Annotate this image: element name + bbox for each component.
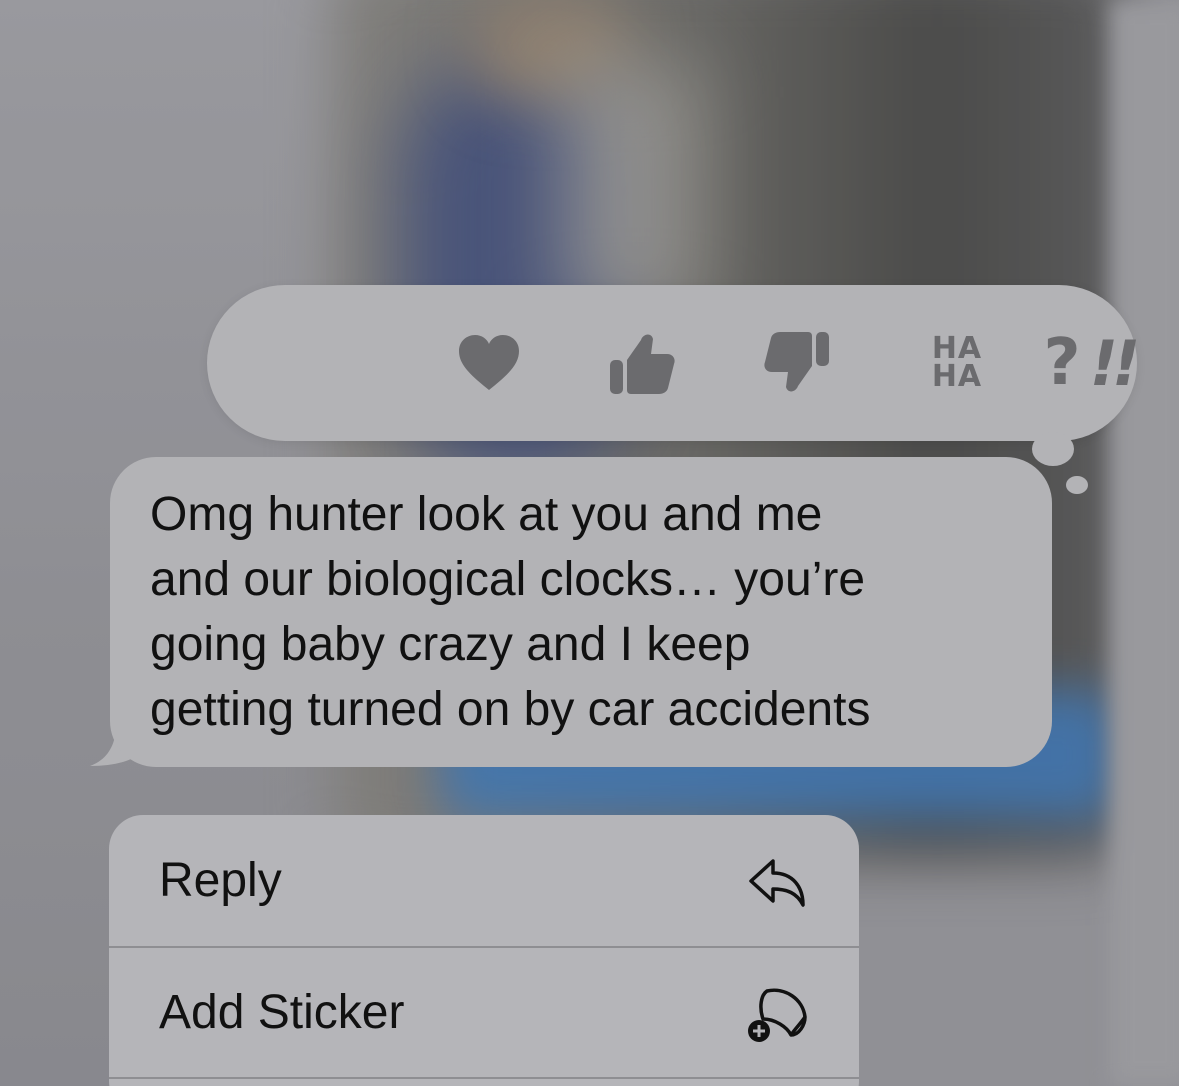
- question-icon: ?: [1043, 326, 1081, 400]
- thumbs-down-icon: [764, 332, 829, 392]
- reply-arrow-icon: [749, 859, 805, 907]
- reply-menu-item[interactable]: Reply: [109, 815, 859, 945]
- haha-icon: HA HA: [931, 334, 983, 394]
- context-menu: Reply Add Sticker: [109, 815, 859, 1086]
- tapback-bar: HA HA !!: [207, 285, 1140, 441]
- thumbs-up-icon: [610, 334, 675, 394]
- message-line: getting turned on by car accidents: [150, 683, 871, 736]
- add-sticker-menu-item[interactable]: Add Sticker: [109, 947, 859, 1077]
- heart-icon: [459, 335, 519, 390]
- reply-label: Reply: [159, 854, 282, 907]
- haha-reaction-button[interactable]: HA HA: [907, 313, 1007, 413]
- message-line: going baby crazy and I keep: [150, 618, 751, 671]
- message-text: Omg hunter look at you and me and our bi…: [150, 482, 1030, 742]
- question-reaction-button[interactable]: ?: [1012, 313, 1112, 413]
- menu-divider: [109, 1077, 859, 1079]
- message-line: and our biological clocks… you’re: [150, 553, 866, 606]
- tapback-tail-dot-small: [1066, 476, 1088, 494]
- heart-reaction-button[interactable]: [439, 313, 539, 413]
- add-sticker-label: Add Sticker: [159, 986, 405, 1039]
- tapback-tail-dot-large: [1032, 432, 1074, 466]
- haha-line-2: HA: [931, 359, 983, 394]
- message-line: Omg hunter look at you and me: [150, 488, 823, 541]
- thumbs-up-reaction-button[interactable]: [592, 313, 692, 413]
- add-sticker-icon: [748, 988, 807, 1042]
- thumbs-down-reaction-button[interactable]: [747, 313, 847, 413]
- screen: HA HA !! ? Omg hunter look at you and me…: [0, 0, 1179, 1086]
